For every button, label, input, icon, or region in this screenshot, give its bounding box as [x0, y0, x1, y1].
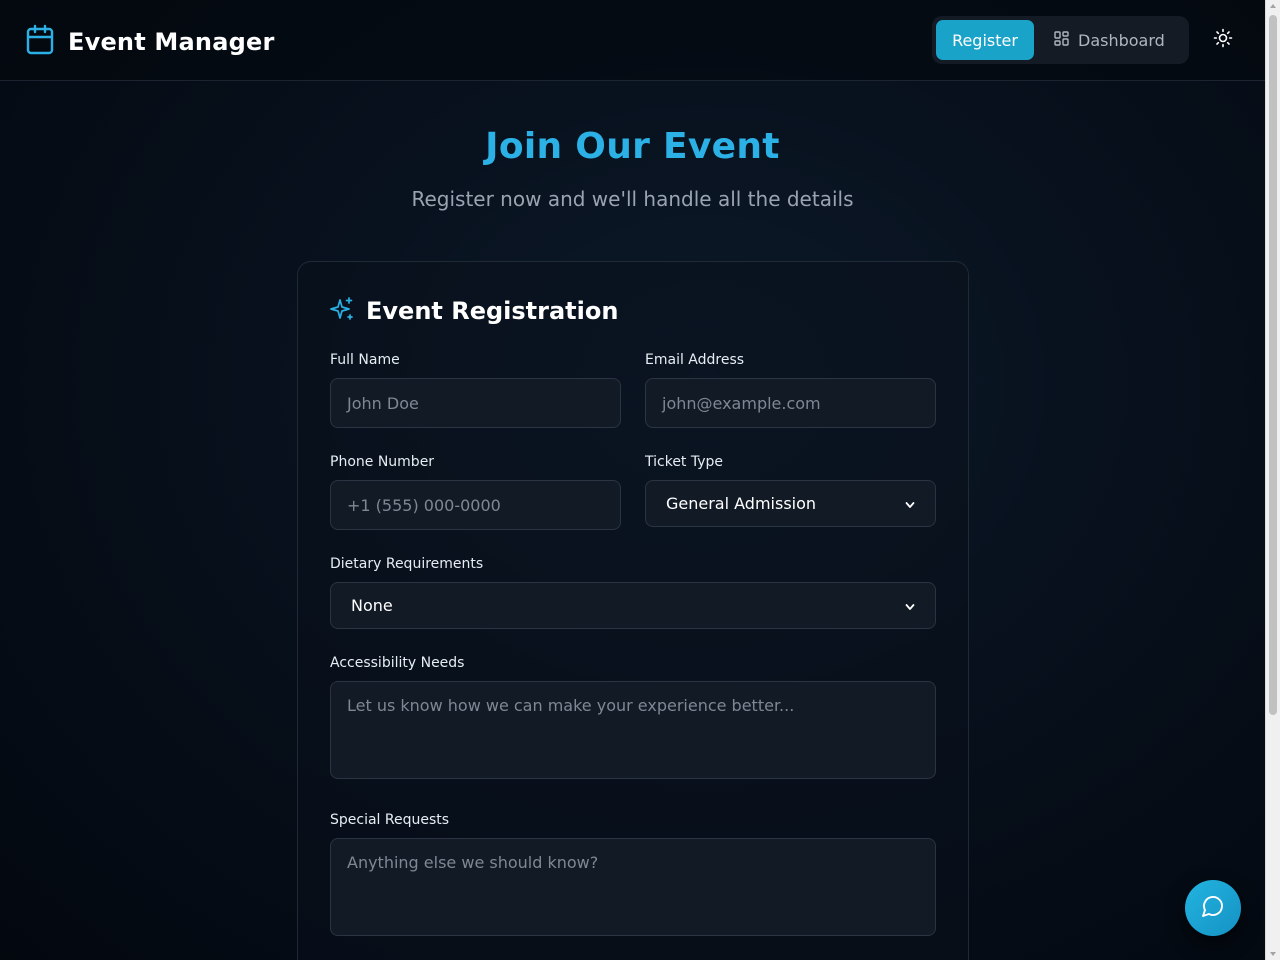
- hero-subtitle: Register now and we'll handle all the de…: [411, 187, 854, 211]
- full-name-input[interactable]: John Doe: [330, 378, 621, 428]
- accessibility-placeholder: Let us know how we can make your experie…: [347, 696, 795, 715]
- scrollbar-thumb[interactable]: [1269, 15, 1277, 715]
- ticket-type-value: General Admission: [666, 494, 817, 513]
- email-placeholder: john@example.com: [662, 393, 821, 413]
- brand[interactable]: Event Manager: [26, 24, 274, 60]
- ticket-type-select[interactable]: General Admission: [645, 480, 936, 527]
- registration-card: Event Registration Full Name John Doe Em…: [297, 261, 969, 960]
- card-header: Event Registration: [330, 296, 618, 326]
- app-title: Event Manager: [68, 28, 275, 56]
- dietary-value: None: [351, 596, 393, 615]
- grid-icon: [1054, 30, 1078, 50]
- dietary-select[interactable]: None: [330, 582, 936, 629]
- email-label: Email Address: [645, 352, 745, 368]
- theme-toggle-button[interactable]: [1211, 28, 1235, 52]
- special-requests-placeholder: Anything else we should know?: [347, 853, 599, 872]
- special-requests-textarea[interactable]: Anything else we should know?: [330, 838, 936, 936]
- sparkles-icon: [330, 296, 354, 326]
- scroll-down-arrow-icon[interactable]: [1270, 952, 1276, 956]
- full-name-placeholder: John Doe: [347, 393, 419, 413]
- ticket-type-label: Ticket Type: [645, 454, 724, 470]
- chat-button[interactable]: [1185, 880, 1241, 936]
- chevron-down-icon: [905, 596, 915, 615]
- email-input[interactable]: john@example.com: [645, 378, 936, 428]
- scroll-up-arrow-icon[interactable]: [1270, 4, 1276, 8]
- chat-bubble-icon: [1201, 894, 1225, 922]
- phone-label: Phone Number: [330, 454, 435, 470]
- top-navbar: Event Manager Register Dashboard: [0, 0, 1265, 81]
- special-requests-label: Special Requests: [330, 812, 450, 828]
- accessibility-textarea[interactable]: Let us know how we can make your experie…: [330, 681, 936, 779]
- phone-input[interactable]: +1 (555) 000-0000: [330, 480, 621, 530]
- chevron-down-icon: [905, 494, 915, 513]
- accessibility-label: Accessibility Needs: [330, 655, 465, 671]
- card-title: Event Registration: [366, 297, 619, 325]
- main-nav: Register Dashboard: [932, 16, 1189, 64]
- nav-dashboard-label: Dashboard: [1078, 30, 1165, 50]
- page-scrollbar[interactable]: [1265, 0, 1280, 960]
- dietary-label: Dietary Requirements: [330, 556, 484, 572]
- sun-icon: [1213, 28, 1233, 52]
- nav-dashboard-button[interactable]: Dashboard: [1044, 20, 1175, 60]
- hero-title: Join Our Event: [485, 126, 780, 167]
- phone-placeholder: +1 (555) 000-0000: [347, 495, 501, 515]
- calendar-icon: [26, 24, 54, 60]
- nav-register-button[interactable]: Register: [936, 20, 1034, 60]
- page: Event Manager Register Dashboard Join Ou…: [0, 0, 1265, 960]
- full-name-label: Full Name: [330, 352, 400, 368]
